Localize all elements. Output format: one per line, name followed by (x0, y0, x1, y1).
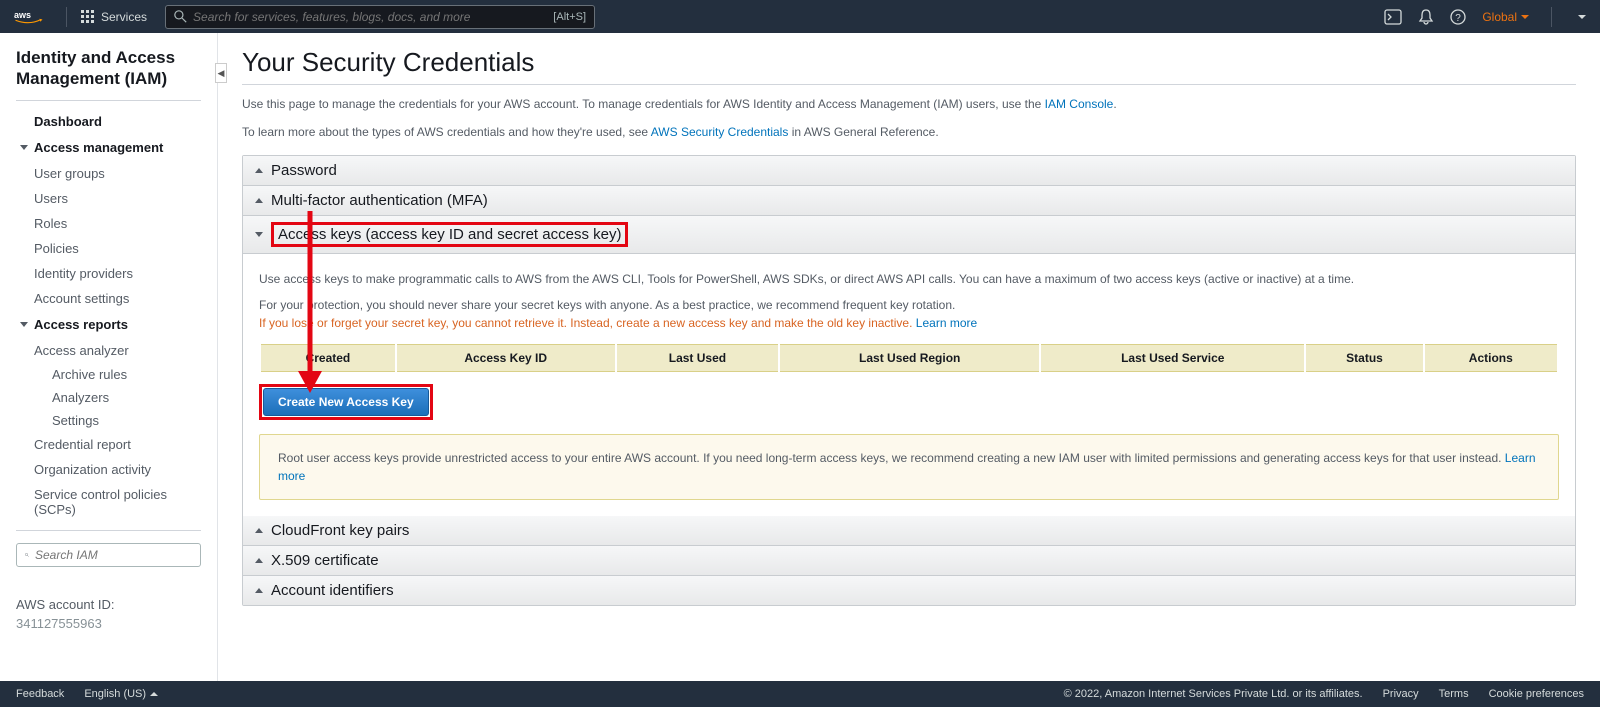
page-title: Your Security Credentials (242, 47, 1576, 78)
global-search-input[interactable] (193, 10, 553, 24)
footer-feedback[interactable]: Feedback (16, 688, 64, 700)
grid-icon (81, 10, 95, 24)
create-key-highlight: Create New Access Key (259, 384, 433, 420)
security-creds-link[interactable]: AWS Security Credentials (651, 125, 789, 139)
access-keys-body: Use access keys to make programmatic cal… (243, 254, 1575, 516)
access-keys-table: Created Access Key ID Last Used Last Use… (259, 342, 1559, 374)
root-key-warning: Root user access keys provide unrestrict… (259, 434, 1559, 500)
footer-privacy[interactable]: Privacy (1383, 688, 1419, 700)
access-keys-desc-2: For your protection, you should never sh… (259, 296, 1559, 332)
nav-section-access-reports[interactable]: Access reports (16, 311, 201, 338)
footer-cookies[interactable]: Cookie preferences (1489, 688, 1584, 700)
user-menu[interactable] (1574, 15, 1586, 19)
collapse-icon (255, 558, 263, 563)
col-last-service: Last Used Service (1041, 344, 1304, 372)
col-created: Created (261, 344, 395, 372)
nav-policies[interactable]: Policies (16, 236, 201, 261)
search-shortcut: [Alt+S] (553, 11, 586, 23)
section-access-keys[interactable]: Access keys (access key ID and secret ac… (243, 216, 1575, 254)
collapse-icon (255, 528, 263, 533)
nav-users[interactable]: Users (16, 186, 201, 211)
section-account-ids[interactable]: Account identifiers (243, 576, 1575, 605)
access-keys-highlight: Access keys (access key ID and secret ac… (271, 222, 628, 247)
iam-console-link[interactable]: IAM Console (1045, 97, 1114, 111)
footer: Feedback English (US) © 2022, Amazon Int… (0, 681, 1600, 707)
footer-language[interactable]: English (US) (84, 688, 158, 700)
col-last-region: Last Used Region (780, 344, 1039, 372)
create-access-key-button[interactable]: Create New Access Key (263, 388, 429, 416)
col-actions: Actions (1425, 344, 1557, 372)
intro-1: Use this page to manage the credentials … (242, 95, 1576, 113)
nav-scps[interactable]: Service control policies (SCPs) (16, 482, 201, 522)
nav-settings[interactable]: Settings (16, 409, 201, 432)
footer-copyright: © 2022, Amazon Internet Services Private… (1064, 688, 1363, 700)
account-id-value: 341127555963 (16, 616, 201, 631)
section-cloudfront[interactable]: CloudFront key pairs (243, 516, 1575, 546)
col-status: Status (1306, 344, 1422, 372)
svg-text:?: ? (1456, 13, 1462, 24)
collapse-icon (255, 168, 263, 173)
notifications-icon[interactable] (1418, 9, 1434, 25)
aws-logo[interactable]: aws (14, 9, 50, 24)
collapse-icon (255, 198, 263, 203)
services-menu[interactable]: Services (73, 10, 155, 24)
access-keys-desc-1: Use access keys to make programmatic cal… (259, 270, 1559, 288)
nav-analyzers[interactable]: Analyzers (16, 386, 201, 409)
nav-roles[interactable]: Roles (16, 211, 201, 236)
nav-identity-providers[interactable]: Identity providers (16, 261, 201, 286)
nav-account-settings[interactable]: Account settings (16, 286, 201, 311)
search-icon (25, 549, 29, 561)
services-label: Services (101, 10, 147, 24)
collapse-icon (255, 588, 263, 593)
nav-archive-rules[interactable]: Archive rules (16, 363, 201, 386)
section-password[interactable]: Password (243, 156, 1575, 186)
svg-text:aws: aws (14, 10, 31, 20)
search-icon (174, 10, 187, 23)
global-search[interactable]: [Alt+S] (165, 5, 595, 29)
nav-credential-report[interactable]: Credential report (16, 432, 201, 457)
sidebar-title: Identity and Access Management (IAM) (16, 47, 201, 90)
learn-more-link[interactable]: Learn more (916, 316, 977, 330)
expand-icon (255, 232, 263, 237)
cloudshell-icon[interactable] (1384, 8, 1402, 26)
sidebar-search-input[interactable] (35, 548, 192, 562)
intro-2: To learn more about the types of AWS cre… (242, 123, 1576, 141)
top-nav: aws Services [Alt+S] ? Global (0, 0, 1600, 33)
nav-org-activity[interactable]: Organization activity (16, 457, 201, 482)
sidebar: ◀ Identity and Access Management (IAM) D… (0, 33, 218, 681)
nav-dashboard[interactable]: Dashboard (16, 109, 201, 134)
nav-section-access-mgmt[interactable]: Access management (16, 134, 201, 161)
col-last-used: Last Used (617, 344, 779, 372)
section-mfa[interactable]: Multi-factor authentication (MFA) (243, 186, 1575, 216)
col-key-id: Access Key ID (397, 344, 615, 372)
region-selector[interactable]: Global (1482, 10, 1529, 24)
footer-terms[interactable]: Terms (1439, 688, 1469, 700)
account-id-label: AWS account ID: (16, 597, 201, 612)
sidebar-search[interactable] (16, 543, 201, 567)
credentials-accordion: Password Multi-factor authentication (MF… (242, 155, 1576, 606)
nav-user-groups[interactable]: User groups (16, 161, 201, 186)
nav-access-analyzer[interactable]: Access analyzer (16, 338, 201, 363)
main-content: Your Security Credentials Use this page … (218, 33, 1600, 681)
help-icon[interactable]: ? (1450, 9, 1466, 25)
section-x509[interactable]: X.509 certificate (243, 546, 1575, 576)
